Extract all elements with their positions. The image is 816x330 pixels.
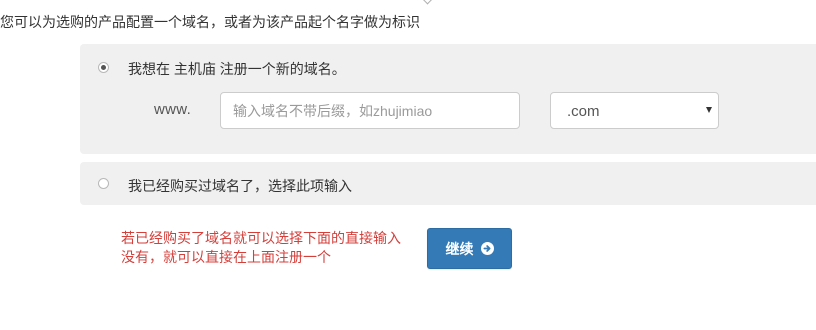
continue-button[interactable]: 继续 — [427, 228, 512, 269]
domain-config-page: 您可以为选购的产品配置一个域名，或者为该产品起个名字做为标识 我想在 主机庙 注… — [0, 0, 816, 330]
arrow-circle-right-icon — [480, 242, 494, 255]
tld-select[interactable]: .com — [550, 92, 719, 129]
existing-domain-panel: 我已经购买过域名了，选择此项输入 — [80, 162, 816, 205]
annotation-note-line-1: 若已经购买了域名就可以选择下面的直接输入 — [121, 230, 401, 246]
existing-domain-radio[interactable] — [98, 178, 109, 189]
tld-select-value: .com — [567, 103, 600, 120]
intro-text: 您可以为选购的产品配置一个域名，或者为该产品起个名字做为标识 — [0, 14, 420, 30]
annotation-note-line-2: 没有，就可以直接在上面注册一个 — [121, 249, 331, 265]
domain-name-input[interactable] — [220, 92, 520, 129]
register-domain-label[interactable]: 我想在 主机庙 注册一个新的域名。 — [128, 59, 346, 79]
register-domain-radio[interactable] — [98, 62, 109, 73]
chevron-down-icon — [422, 0, 433, 5]
continue-button-label: 继续 — [445, 240, 474, 257]
existing-domain-label[interactable]: 我已经购买过域名了，选择此项输入 — [128, 176, 352, 196]
caret-down-icon — [706, 107, 712, 113]
www-prefix-label: www. — [154, 101, 192, 118]
annotation-note: 若已经购买了域名就可以选择下面的直接输入 没有，就可以直接在上面注册一个 — [121, 229, 439, 267]
register-domain-panel: 我想在 主机庙 注册一个新的域名。 www. .com — [80, 44, 816, 154]
